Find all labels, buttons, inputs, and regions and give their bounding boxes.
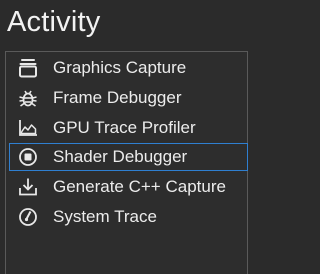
list-item-frame-debugger[interactable]: Frame Debugger [9,84,248,112]
activity-panel: Activity Graphics Capture Frame Debugger… [0,0,261,274]
list-item-label: GPU Trace Profiler [53,118,196,137]
list-item-system-trace[interactable]: System Trace [9,203,248,231]
stop-circle-icon [17,146,39,168]
download-icon [17,176,39,198]
list-item-label: Frame Debugger [53,88,182,107]
area-chart-icon [17,117,39,139]
graphics-capture-icon [17,57,39,79]
activity-list: Graphics Capture Frame Debugger GPU Trac… [5,51,248,274]
panel-title: Activity [7,6,101,38]
list-item-shader-debugger[interactable]: Shader Debugger [9,143,248,171]
list-item-graphics-capture[interactable]: Graphics Capture [9,54,248,82]
list-item-gpu-trace-profiler[interactable]: GPU Trace Profiler [9,114,248,142]
bug-icon [17,87,39,109]
list-item-generate-cpp-capture[interactable]: Generate C++ Capture [9,173,248,201]
list-item-label: Generate C++ Capture [53,177,226,196]
gauge-icon [17,206,39,228]
list-item-label: Graphics Capture [53,58,187,77]
list-item-label: Shader Debugger [53,147,188,166]
list-item-label: System Trace [53,207,157,226]
